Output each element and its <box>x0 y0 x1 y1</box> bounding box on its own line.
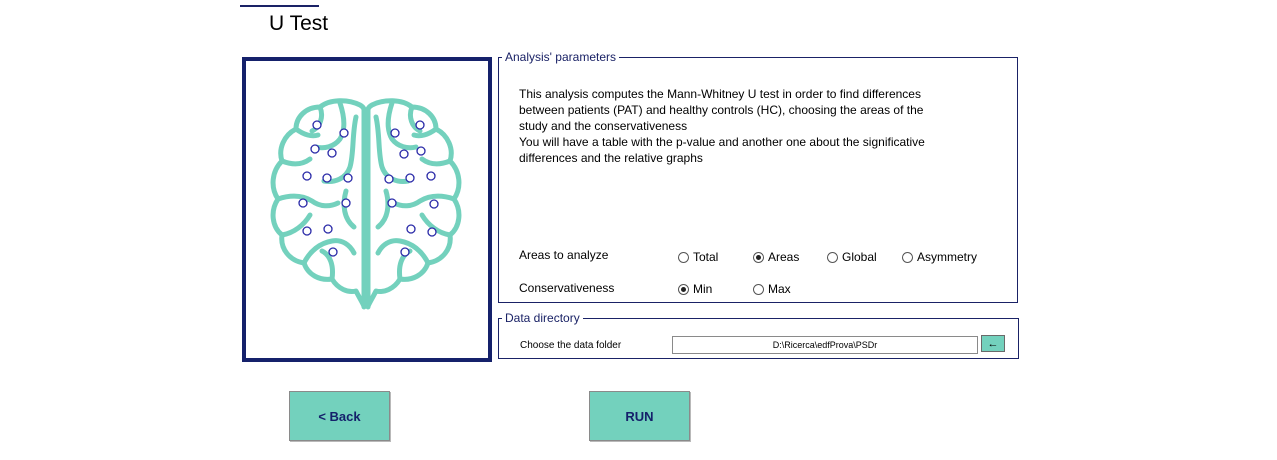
data-folder-input[interactable] <box>672 336 978 354</box>
title-underline <box>240 5 319 7</box>
brain-icon <box>270 98 462 310</box>
description-line: This analysis computes the Mann-Whitney … <box>519 87 921 101</box>
description-line: You will have a table with the p-value a… <box>519 135 925 149</box>
radio-circle[interactable] <box>827 251 838 263</box>
radio-circle-selected[interactable] <box>678 283 689 295</box>
radio-conservativeness-min[interactable]: Min <box>678 282 712 296</box>
brain-image-panel <box>242 57 492 362</box>
back-button[interactable]: < Back <box>289 391 390 441</box>
browse-folder-button[interactable]: ← <box>981 335 1005 352</box>
radio-label: Max <box>768 282 791 296</box>
description-line: differences and the relative graphs <box>519 151 703 165</box>
data-folder-label: Choose the data folder <box>520 340 622 351</box>
run-button[interactable]: RUN <box>589 391 690 441</box>
analysis-description: This analysis computes the Mann-Whitney … <box>519 86 979 166</box>
page-title: U Test <box>269 12 329 35</box>
conservativeness-label: Conservativeness <box>519 281 615 295</box>
radio-label: Global <box>842 250 877 264</box>
data-directory-legend: Data directory <box>505 311 580 325</box>
radio-circle[interactable] <box>678 251 689 263</box>
radio-label: Areas <box>768 250 800 264</box>
areas-label: Areas to analyze <box>519 248 609 262</box>
radio-circle-selected[interactable] <box>753 251 764 263</box>
radio-label: Asymmetry <box>917 250 977 264</box>
radio-label: Min <box>693 282 713 296</box>
radio-label: Total <box>693 250 719 264</box>
description-line: between patients (PAT) and healthy contr… <box>519 103 924 117</box>
description-line: study and the conservativeness <box>519 119 688 133</box>
radio-areas-asymmetry[interactable]: Asymmetry <box>902 250 977 264</box>
analysis-parameters-group: Analysis' parameters This analysis compu… <box>498 51 1018 303</box>
radio-areas-total[interactable]: Total <box>678 250 718 264</box>
radio-areas-global[interactable]: Global <box>827 250 877 264</box>
radio-circle[interactable] <box>902 251 913 263</box>
radio-areas-areas[interactable]: Areas <box>753 250 799 264</box>
analysis-parameters-legend: Analysis' parameters <box>505 50 616 64</box>
data-directory-group: Data directory Choose the data folder ← <box>498 312 1019 359</box>
radio-circle[interactable] <box>753 283 764 295</box>
radio-conservativeness-max[interactable]: Max <box>753 282 791 296</box>
arrow-left-icon: ← <box>987 337 999 350</box>
